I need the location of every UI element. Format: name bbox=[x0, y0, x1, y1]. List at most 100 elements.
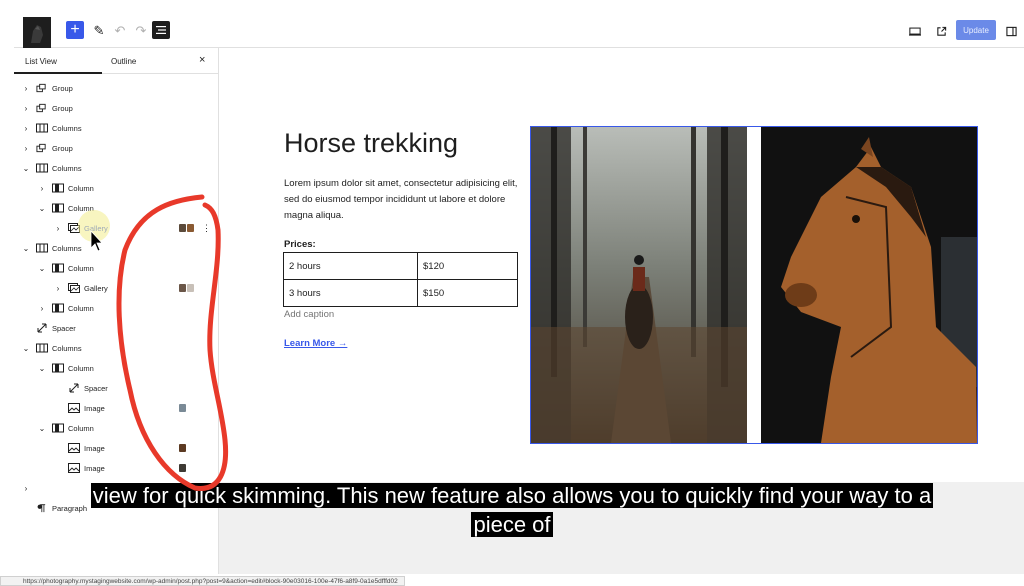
list-item-columns[interactable]: ⌄ Columns bbox=[14, 238, 218, 258]
list-item-column[interactable]: › Column bbox=[14, 178, 218, 198]
list-item-column[interactable]: ⌄ Column bbox=[14, 418, 218, 438]
preview-button[interactable] bbox=[908, 21, 922, 41]
list-item-label: Group bbox=[52, 103, 73, 113]
undo-button[interactable]: ↶ bbox=[113, 21, 127, 41]
column-icon bbox=[52, 183, 64, 193]
list-item-label: Spacer bbox=[84, 383, 108, 393]
gallery-image-rider[interactable] bbox=[531, 127, 747, 443]
list-item-column[interactable]: ⌄ Column bbox=[14, 198, 218, 218]
chevron-right-icon[interactable]: › bbox=[38, 184, 46, 193]
column-icon bbox=[52, 423, 64, 433]
list-view-button[interactable] bbox=[152, 21, 170, 39]
list-item-spacer[interactable]: Spacer bbox=[14, 378, 218, 398]
chevron-down-icon[interactable]: ⌄ bbox=[22, 164, 30, 173]
list-item-label: Column bbox=[68, 363, 94, 373]
tab-outline[interactable]: Outline bbox=[111, 57, 136, 66]
video-subtitles: view for quick skimming. This new featur… bbox=[0, 481, 1024, 539]
active-tab-indicator bbox=[14, 72, 102, 74]
block-thumbnails bbox=[179, 284, 194, 292]
list-item-spacer[interactable]: Spacer bbox=[14, 318, 218, 338]
intro-paragraph[interactable]: Lorem ipsum dolor sit amet, consectetur … bbox=[284, 176, 519, 224]
list-item-image[interactable]: Image bbox=[14, 398, 218, 418]
chevron-right-icon[interactable]: › bbox=[54, 224, 62, 233]
list-item-gallery[interactable]: › Gallery ⋮ bbox=[14, 218, 218, 238]
redo-button[interactable]: ↷ bbox=[134, 21, 148, 41]
gallery-image-horse[interactable] bbox=[761, 127, 977, 443]
list-item-group[interactable]: › Group bbox=[14, 138, 218, 158]
block-tree: › Group › Group › Columns › Group ⌄ Columns › Colum… bbox=[14, 78, 218, 518]
list-item-group[interactable]: › Group bbox=[14, 98, 218, 118]
group-icon bbox=[36, 103, 48, 113]
chevron-down-icon[interactable]: ⌄ bbox=[38, 264, 46, 273]
list-item-label: Columns bbox=[52, 343, 82, 353]
list-item-label: Column bbox=[68, 263, 94, 273]
list-item-columns[interactable]: › Columns bbox=[14, 118, 218, 138]
options-menu-icon[interactable]: ⋮ bbox=[202, 223, 211, 234]
subtitle-line: view for quick skimming. This new featur… bbox=[90, 483, 934, 508]
thumbnail bbox=[187, 284, 194, 292]
subtitle-line: piece of bbox=[471, 512, 553, 537]
undo-icon: ↶ bbox=[114, 23, 126, 38]
spacer-icon bbox=[68, 383, 80, 393]
table-cell[interactable]: $150 bbox=[417, 279, 518, 307]
table-cell[interactable]: 2 hours bbox=[283, 252, 418, 280]
list-item-label: Column bbox=[68, 423, 94, 433]
prices-table[interactable]: 2 hours $120 3 hours $150 bbox=[283, 252, 518, 307]
chevron-right-icon[interactable]: › bbox=[22, 124, 30, 133]
chevron-right-icon[interactable]: › bbox=[54, 284, 62, 293]
list-item-columns[interactable]: ⌄ Columns bbox=[14, 158, 218, 178]
gallery-icon bbox=[68, 283, 80, 293]
chevron-down-icon[interactable]: ⌄ bbox=[38, 424, 46, 433]
forest-trail-photo bbox=[531, 127, 747, 443]
gallery-block[interactable] bbox=[530, 126, 978, 444]
group-icon bbox=[36, 83, 48, 93]
list-item-label: Column bbox=[68, 303, 94, 313]
columns-icon bbox=[36, 243, 48, 253]
settings-button[interactable] bbox=[1004, 21, 1018, 41]
browser-status-bar: https://photography.mystagingwebsite.com… bbox=[0, 576, 405, 586]
list-item-image[interactable]: Image bbox=[14, 458, 218, 478]
chevron-down-icon[interactable]: ⌄ bbox=[38, 204, 46, 213]
add-block-button[interactable]: + bbox=[66, 21, 84, 39]
sidebar-toggle-icon bbox=[1005, 26, 1017, 36]
list-item-group[interactable]: › Group bbox=[14, 78, 218, 98]
list-item-label: Column bbox=[68, 203, 94, 213]
chevron-down-icon[interactable]: ⌄ bbox=[22, 244, 30, 253]
tab-list-view[interactable]: List View bbox=[25, 57, 57, 66]
group-icon bbox=[36, 143, 48, 153]
update-button[interactable]: Update bbox=[956, 20, 996, 40]
redo-icon: ↷ bbox=[135, 23, 147, 38]
list-item-columns[interactable]: ⌄ Columns bbox=[14, 338, 218, 358]
chevron-down-icon[interactable]: ⌄ bbox=[38, 364, 46, 373]
learn-more-link[interactable]: Learn More → bbox=[284, 338, 347, 349]
tools-button[interactable]: ✎ bbox=[92, 21, 106, 41]
horse-portrait-photo bbox=[761, 127, 977, 443]
view-post-button[interactable] bbox=[934, 21, 948, 41]
chevron-right-icon[interactable]: › bbox=[38, 304, 46, 313]
list-item-image[interactable]: Image bbox=[14, 438, 218, 458]
list-item-gallery[interactable]: › Gallery bbox=[14, 278, 218, 298]
site-logo[interactable] bbox=[23, 17, 51, 48]
chevron-right-icon[interactable]: › bbox=[22, 104, 30, 113]
chevron-right-icon[interactable]: › bbox=[22, 144, 30, 153]
chevron-down-icon[interactable]: ⌄ bbox=[22, 344, 30, 353]
table-caption-placeholder[interactable]: Add caption bbox=[284, 309, 334, 320]
block-thumbnails bbox=[179, 464, 186, 472]
editor-toolbar: + ✎ ↶ ↷ Update bbox=[14, 12, 1024, 48]
list-item-column[interactable]: › Column bbox=[14, 298, 218, 318]
thumbnail bbox=[179, 464, 186, 472]
close-sidebar-button[interactable]: × bbox=[199, 54, 205, 66]
list-item-column[interactable]: ⌄ Column bbox=[14, 258, 218, 278]
list-view-icon bbox=[156, 26, 166, 34]
table-cell[interactable]: $120 bbox=[417, 252, 518, 280]
list-item-label: Image bbox=[84, 403, 105, 413]
page-heading[interactable]: Horse trekking bbox=[284, 128, 458, 159]
thumbnail bbox=[179, 444, 186, 452]
thumbnail bbox=[179, 224, 186, 232]
image-icon bbox=[68, 403, 80, 413]
list-item-label: Spacer bbox=[52, 323, 76, 333]
chevron-right-icon[interactable]: › bbox=[22, 84, 30, 93]
prices-heading[interactable]: Prices: bbox=[284, 239, 316, 250]
table-cell[interactable]: 3 hours bbox=[283, 279, 418, 307]
list-item-column[interactable]: ⌄ Column bbox=[14, 358, 218, 378]
